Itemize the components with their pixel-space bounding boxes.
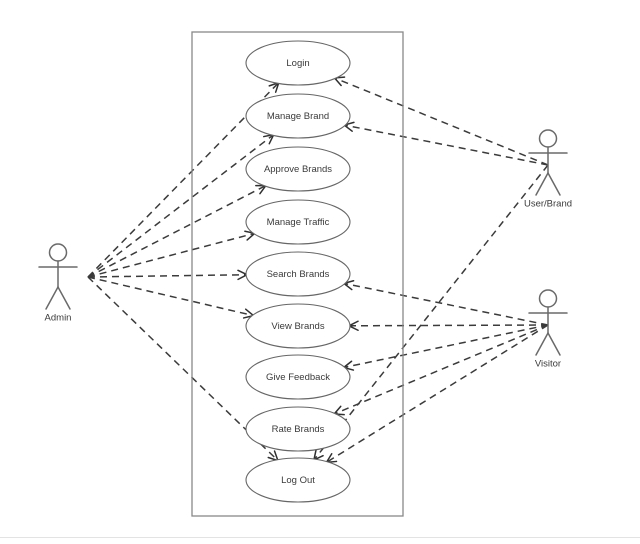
use-case-manage-brand[interactable]: Manage Brand xyxy=(245,93,351,139)
actor-user-brand[interactable]: User/Brand xyxy=(524,129,572,210)
association-user-brand-to-log-out xyxy=(313,164,549,461)
actor-head-icon xyxy=(48,243,68,262)
use-case-label: Login xyxy=(286,58,309,69)
actor-leg-right xyxy=(547,172,561,196)
association-visitor-to-search-brands xyxy=(343,279,549,326)
association-visitor-to-view-brands xyxy=(348,320,549,332)
actor-leg-left xyxy=(535,332,549,356)
use-cases-layer: Login Manage Brand Approve Brands Manage Tr… xyxy=(245,40,351,503)
actor-leg-left xyxy=(45,286,59,310)
use-case-label: Manage Traffic xyxy=(267,217,330,228)
use-case-label: Rate Brands xyxy=(272,424,325,435)
footer-divider xyxy=(0,537,640,538)
association-visitor-to-rate-brands xyxy=(333,324,549,416)
use-case-label: Manage Brand xyxy=(267,111,329,122)
association-visitor-to-give-feedback xyxy=(342,324,549,371)
use-case-view-brands[interactable]: View Brands xyxy=(245,303,351,349)
use-case-log-out[interactable]: Log Out xyxy=(245,457,351,503)
association-user-brand-to-login xyxy=(333,76,549,166)
actor-label: Admin xyxy=(45,313,72,324)
use-case-label: Give Feedback xyxy=(266,372,330,383)
actor-admin[interactable]: Admin xyxy=(38,243,78,324)
association-admin-to-view-brands xyxy=(87,276,255,319)
use-case-label: Log Out xyxy=(281,475,315,486)
use-case-label: Approve Brands xyxy=(264,164,332,175)
actor-label: Visitor xyxy=(535,359,561,370)
actor-leg-right xyxy=(57,286,71,310)
association-admin-to-manage-brand xyxy=(87,133,275,278)
actor-label: User/Brand xyxy=(524,199,572,210)
use-case-manage-traffic[interactable]: Manage Traffic xyxy=(245,199,351,245)
use-case-rate-brands[interactable]: Rate Brands xyxy=(245,406,351,452)
actor-leg-left xyxy=(535,172,549,196)
actor-head-icon xyxy=(538,289,558,308)
association-admin-to-search-brands xyxy=(87,269,248,281)
use-case-give-feedback[interactable]: Give Feedback xyxy=(245,354,351,400)
association-admin-to-approve-brands xyxy=(87,184,267,278)
association-visitor-to-log-out xyxy=(325,324,549,464)
use-case-diagram: Login Manage Brand Approve Brands Manage Tr… xyxy=(38,31,572,517)
diagram-canvas: Login Manage Brand Approve Brands Manage Tr… xyxy=(0,0,640,544)
use-case-label: Search Brands xyxy=(267,269,330,280)
use-case-login[interactable]: Login xyxy=(245,40,351,86)
use-case-label: View Brands xyxy=(271,321,324,332)
actor-head-icon xyxy=(538,129,558,148)
association-admin-to-manage-traffic xyxy=(87,230,256,278)
actor-leg-right xyxy=(547,332,561,356)
use-case-search-brands[interactable]: Search Brands xyxy=(245,251,351,297)
association-user-brand-to-manage-brand xyxy=(343,121,549,166)
use-case-approve-brands[interactable]: Approve Brands xyxy=(245,146,351,192)
